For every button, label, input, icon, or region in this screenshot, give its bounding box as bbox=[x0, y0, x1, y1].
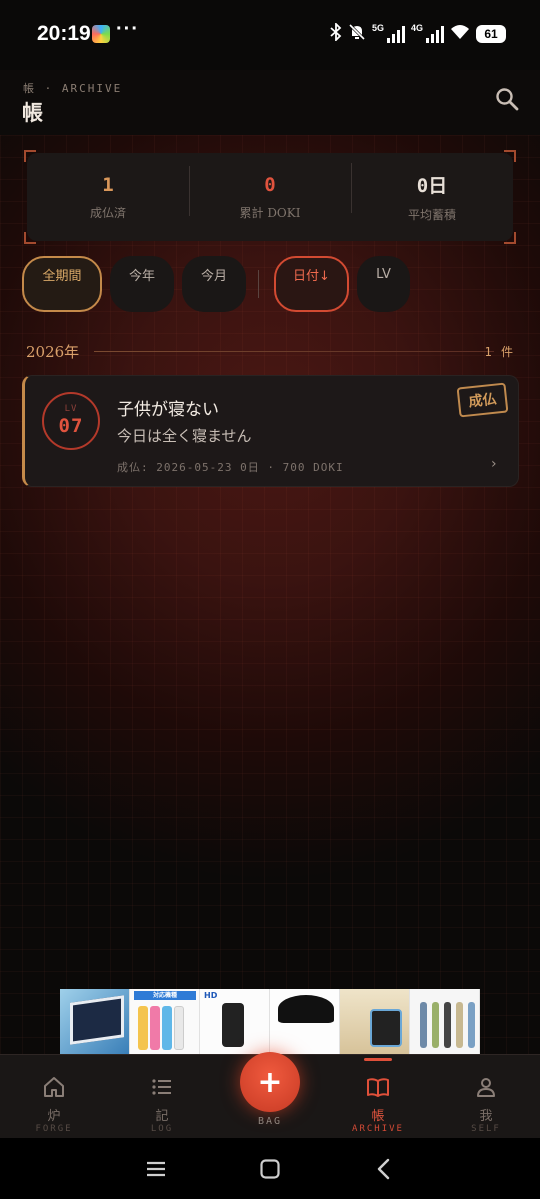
app-screen: 20:19 ··· 5G 4G 61 帳 · ARCHIVE 帳 1 成仏済 0… bbox=[0, 0, 540, 1199]
chevron-right-icon: › bbox=[491, 456, 497, 472]
year-divider bbox=[94, 351, 494, 352]
person-icon bbox=[477, 1078, 495, 1097]
ad-product-umbrella bbox=[270, 989, 340, 1054]
nav-log-kanji: 記 bbox=[155, 1109, 169, 1124]
nav-archive[interactable]: 帳 ARCHIVE bbox=[324, 1055, 432, 1139]
level-label: LV bbox=[64, 404, 78, 414]
ad-text: 対応機種 bbox=[134, 991, 196, 1000]
ad-product-tablet bbox=[60, 989, 130, 1054]
app-notification-icon bbox=[92, 25, 110, 43]
filter-all-period[interactable]: 全期間 bbox=[22, 256, 102, 312]
nav-self[interactable]: 我 SELF bbox=[432, 1055, 540, 1139]
active-tab-indicator bbox=[364, 1058, 392, 1061]
home-square-icon[interactable] bbox=[257, 1156, 283, 1182]
system-navigation bbox=[0, 1138, 540, 1199]
status-bar: 20:19 ··· 5G 4G 61 bbox=[0, 0, 540, 70]
signal-5g-icon bbox=[386, 25, 405, 43]
record-meta: 成仏: 2026-05-23 0日 · 700 DOKI bbox=[117, 461, 344, 474]
ad-product-camera bbox=[340, 989, 410, 1054]
wifi-icon bbox=[450, 24, 470, 44]
search-button[interactable] bbox=[494, 86, 520, 112]
stat-label: 平均蓄積 bbox=[407, 208, 456, 222]
stat-label: 累計 DOKI bbox=[239, 205, 301, 220]
ad-text: HD bbox=[204, 991, 218, 1000]
record-subtitle: 今日は全く寝ません bbox=[117, 427, 252, 445]
stat-label: 成仏済 bbox=[89, 205, 126, 220]
ad-product-gimbal: HD bbox=[200, 989, 270, 1054]
signal-4g-icon bbox=[426, 25, 444, 43]
stat-value: 1 bbox=[102, 173, 114, 196]
ad-product-ipads: 対応機種 bbox=[130, 989, 200, 1054]
status-icons: 5G 4G 61 bbox=[330, 21, 506, 46]
mute-icon bbox=[348, 23, 366, 45]
nav-forge-kanji: 炉 bbox=[47, 1109, 61, 1124]
completed-stamp: 成仏 bbox=[456, 382, 509, 418]
nav-archive-label: ARCHIVE bbox=[352, 1124, 404, 1134]
book-icon bbox=[367, 1078, 389, 1097]
bluetooth-icon bbox=[330, 21, 342, 45]
app-header: 帳 · ARCHIVE 帳 bbox=[0, 70, 540, 135]
sort-date[interactable]: 日付↓ bbox=[274, 256, 349, 312]
level-value: 07 bbox=[58, 415, 84, 437]
level-badge: LV 07 bbox=[42, 392, 100, 450]
back-icon[interactable] bbox=[371, 1156, 397, 1182]
stats-card: 1 成仏済 0 累計 DOKI 0日 平均蓄積 bbox=[27, 153, 513, 241]
status-time: 20:19 bbox=[37, 22, 91, 45]
add-button[interactable]: + bbox=[240, 1052, 300, 1112]
network-5g-label: 5G bbox=[371, 23, 384, 33]
menu-icon[interactable] bbox=[143, 1156, 169, 1182]
year-group-header: 2026年 1 件 bbox=[26, 341, 514, 363]
nav-forge[interactable]: 炉 FORGE bbox=[0, 1055, 108, 1139]
nav-self-kanji: 我 bbox=[479, 1109, 493, 1124]
stat-completed: 1 成仏済 bbox=[27, 174, 189, 221]
stat-average: 0日 平均蓄積 bbox=[351, 163, 513, 223]
sort-lv[interactable]: LV bbox=[357, 256, 410, 312]
record-title: 子供が寝ない bbox=[117, 400, 219, 420]
more-notifications-icon: ··· bbox=[116, 18, 139, 40]
header-subtitle: 帳 · ARCHIVE bbox=[23, 82, 123, 95]
battery-icon: 61 bbox=[476, 25, 506, 43]
network-4g-label: 4G bbox=[410, 23, 423, 33]
page-title: 帳 bbox=[22, 100, 43, 125]
nav-self-label: SELF bbox=[471, 1124, 501, 1134]
year-count: 1 件 bbox=[484, 345, 514, 359]
home-icon bbox=[44, 1077, 64, 1097]
nav-log-label: LOG bbox=[150, 1124, 174, 1134]
search-icon bbox=[496, 88, 519, 111]
add-button-label: BAG bbox=[257, 1116, 283, 1127]
ad-banner[interactable]: 対応機種 HD bbox=[60, 989, 480, 1054]
stat-value: 0 bbox=[264, 173, 276, 196]
filter-this-year[interactable]: 今年 bbox=[110, 256, 174, 312]
stat-total-doki: 0 累計 DOKI bbox=[189, 165, 351, 221]
list-icon bbox=[152, 1079, 171, 1095]
filter-this-month[interactable]: 今月 bbox=[182, 256, 246, 312]
nav-archive-kanji: 帳 bbox=[371, 1109, 385, 1124]
stat-value: 0日 bbox=[416, 175, 448, 197]
year-label: 2026年 bbox=[26, 343, 80, 361]
nav-forge-label: FORGE bbox=[35, 1124, 73, 1134]
nav-log[interactable]: 記 LOG bbox=[108, 1055, 216, 1139]
ad-product-umbrellas bbox=[410, 989, 480, 1054]
record-card[interactable]: LV 07 子供が寝ない 今日は全く寝ません 成仏: 2026-05-23 0日… bbox=[22, 375, 519, 487]
filter-divider bbox=[258, 270, 259, 298]
